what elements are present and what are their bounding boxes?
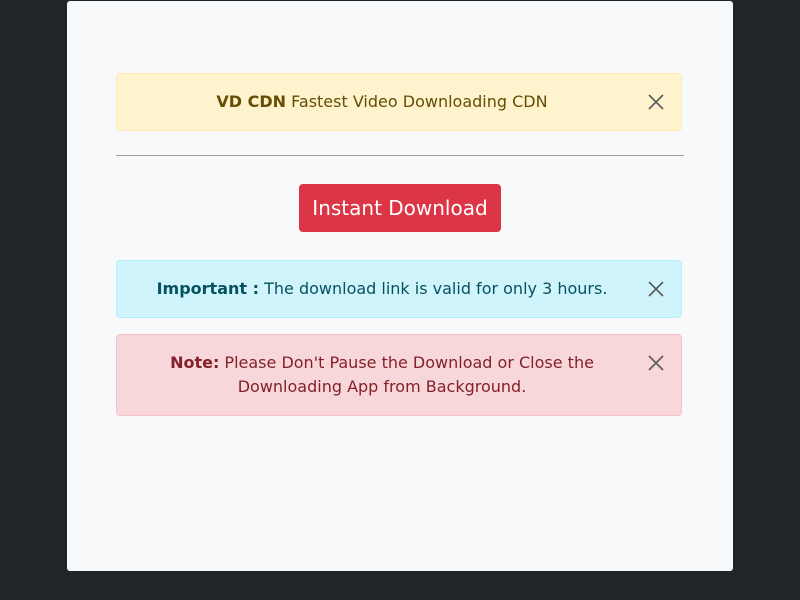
brand-tagline: Fastest Video Downloading CDN (286, 92, 548, 111)
close-icon[interactable] (645, 352, 667, 374)
note-label: Note: (170, 353, 220, 372)
brand-banner-text: VD CDN Fastest Video Downloading CDN (117, 74, 681, 114)
close-icon[interactable] (645, 278, 667, 300)
important-message: The download link is valid for only 3 ho… (259, 279, 608, 298)
important-alert: Important : The download link is valid f… (116, 260, 682, 318)
important-alert-text: Important : The download link is valid f… (117, 261, 681, 301)
main-card: VD CDN Fastest Video Downloading CDN Ins… (67, 1, 733, 571)
note-alert: Note: Please Don't Pause the Download or… (116, 334, 682, 416)
note-alert-text: Note: Please Don't Pause the Download or… (117, 335, 681, 399)
instant-download-button[interactable]: Instant Download (299, 184, 501, 232)
divider (116, 155, 684, 156)
important-label: Important : (156, 279, 260, 298)
brand-name: VD CDN (216, 92, 287, 111)
note-message: Please Don't Pause the Download or Close… (219, 353, 594, 396)
close-icon[interactable] (645, 91, 667, 113)
brand-banner-alert: VD CDN Fastest Video Downloading CDN (116, 73, 682, 131)
